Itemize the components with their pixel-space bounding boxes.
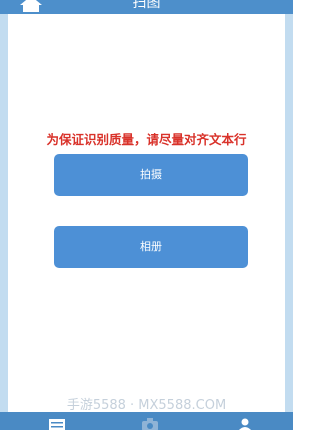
list-icon [49,419,65,430]
nav-camera-button[interactable] [139,416,161,430]
scan-screen: 扫图 为保证识别质量，请尽量对齐文本行 拍摄 相册 手游5588 · MX558… [0,0,293,430]
watermark: 手游5588 · MX5588.COM [66,398,227,413]
bottom-nav [0,412,293,430]
camera-icon [142,418,158,430]
nav-list-button[interactable] [46,416,68,430]
top-bar: 扫图 [0,0,293,14]
shoot-button[interactable]: 拍摄 [54,154,248,196]
user-icon [238,418,252,430]
right-border [285,14,293,412]
left-border [0,14,8,412]
alignment-hint: 为保证识别质量，请尽量对齐文本行 [46,132,247,147]
album-button[interactable]: 相册 [54,226,248,268]
nav-user-button[interactable] [234,416,256,430]
page-title: 扫图 [132,0,161,11]
